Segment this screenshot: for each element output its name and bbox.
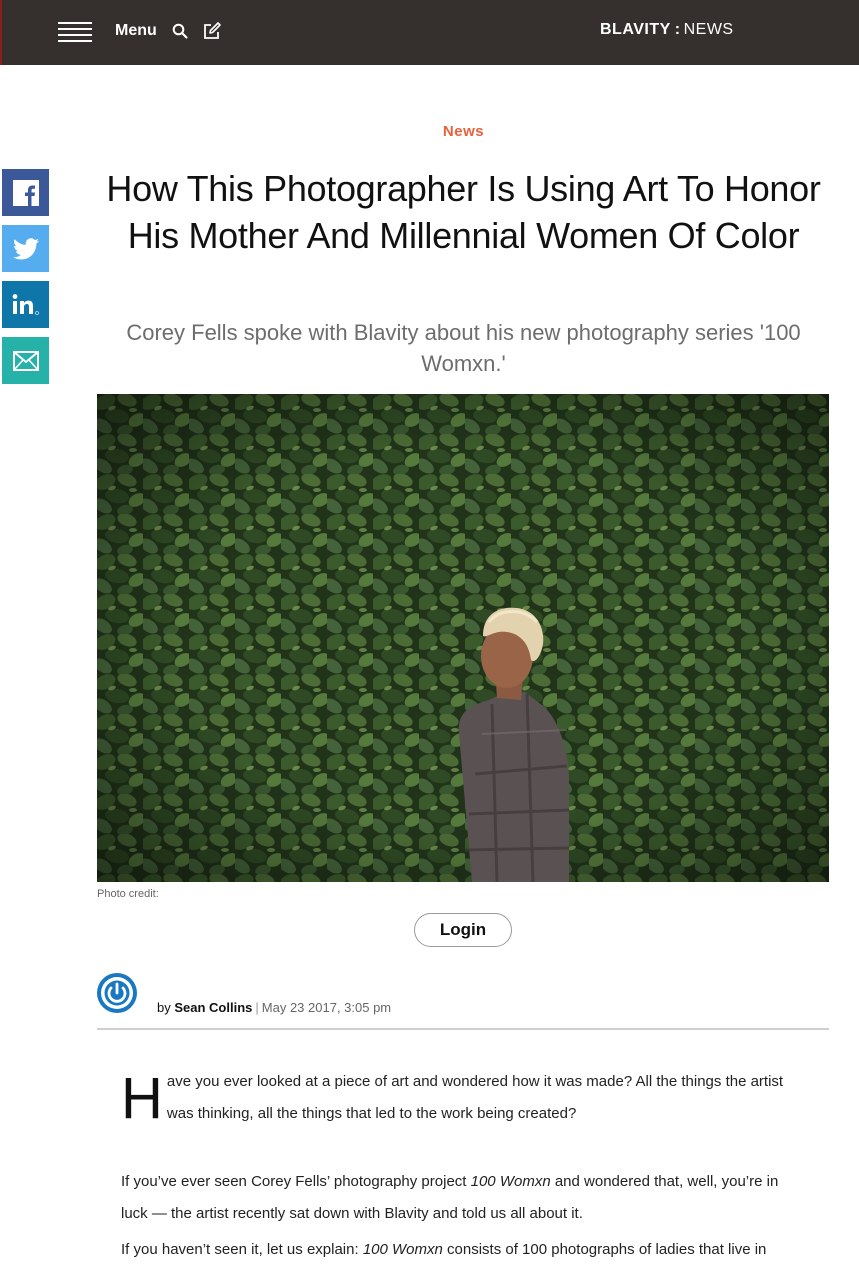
photo-credit: Photo credit: [97, 888, 159, 900]
paragraph-text: If you haven’t seen it, let us explain: [121, 1241, 363, 1258]
publish-date: May 23 2017, 3:05 pm [261, 1000, 392, 1015]
share-linkedin-button[interactable] [2, 281, 49, 328]
byline-divider [97, 1028, 829, 1030]
site-logo[interactable]: BLAVITY: NEWS [600, 21, 734, 39]
article-paragraph: Have you ever looked at a piece of art a… [121, 1066, 801, 1130]
article-byline: by Sean Collins | May 23 2017, 3:05 pm [157, 1000, 391, 1015]
article-subtitle: Corey Fells spoke with Blavity about his… [126, 320, 801, 376]
write-post-icon[interactable] [202, 21, 222, 46]
hero-photo [97, 394, 829, 882]
menu-button[interactable]: Menu [115, 22, 157, 40]
twitter-icon [12, 237, 39, 260]
logo-section: NEWS [683, 21, 734, 38]
author-name-link[interactable]: Sean Collins [174, 1000, 252, 1015]
paragraph-text: If you’ve ever seen Corey Fells’ photogr… [121, 1173, 471, 1190]
drop-cap: H [121, 1066, 163, 1131]
project-title-emphasis: 100 Womxn [362, 1241, 443, 1258]
top-nav-bar: Menu BLAVITY: NEWS [0, 0, 859, 65]
share-email-button[interactable] [2, 337, 49, 384]
facebook-icon [12, 179, 39, 206]
article-paragraph: If you haven’t seen it, let us explain: … [121, 1234, 801, 1266]
logo-brand: BLAVITY [600, 21, 671, 38]
linkedin-icon [12, 293, 39, 315]
author-avatar[interactable] [97, 973, 137, 1013]
paragraph-text: ave you ever looked at a piece of art an… [166, 1073, 784, 1122]
logo-separator: : [674, 21, 681, 38]
share-twitter-button[interactable] [2, 225, 49, 272]
article-paragraph: If you’ve ever seen Corey Fells’ photogr… [121, 1166, 801, 1230]
email-icon [12, 350, 39, 371]
login-button[interactable]: Login [414, 913, 512, 947]
byline-separator: | [255, 1000, 259, 1015]
article-title: How This Photographer Is Using Art To Ho… [106, 168, 821, 256]
search-icon[interactable] [172, 23, 189, 45]
article-category-link[interactable]: News [0, 123, 859, 140]
share-facebook-button[interactable] [2, 169, 49, 216]
hamburger-menu-icon[interactable] [58, 22, 92, 42]
project-title-emphasis: 100 Womxn [470, 1173, 551, 1190]
paragraph-text: consists of 100 photographs of ladies th… [442, 1241, 767, 1258]
byline-by: by [157, 1000, 171, 1015]
